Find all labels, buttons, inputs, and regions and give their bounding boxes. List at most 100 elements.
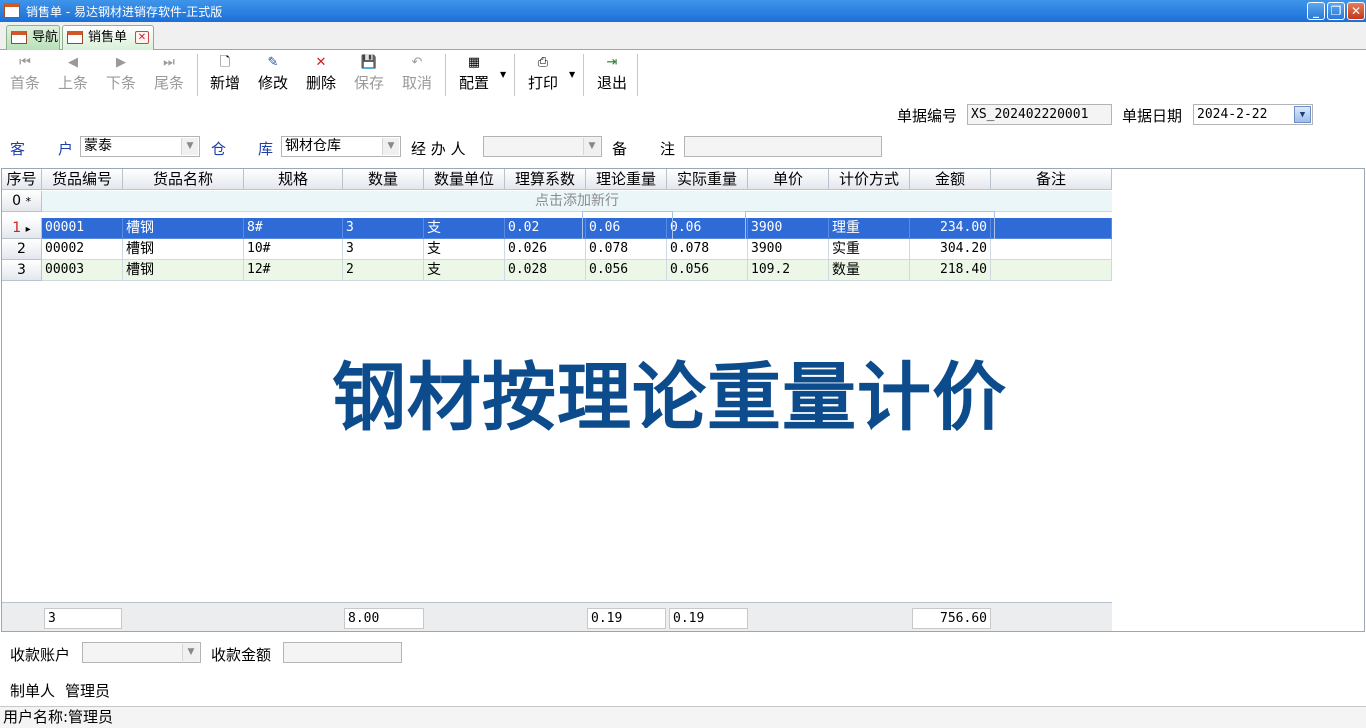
col-actual-weight[interactable]: 实际重量 — [667, 169, 748, 190]
cell-unit[interactable]: 支 — [424, 239, 505, 260]
dropdown-arrow-icon[interactable]: ▼ — [500, 70, 506, 79]
customer-select[interactable]: 蒙泰 ▼ — [80, 136, 200, 157]
window-icon — [67, 31, 83, 44]
cell-price[interactable]: 3900 — [748, 239, 829, 260]
doc-number-field[interactable]: XS_202402220001 — [967, 104, 1112, 125]
add-row-hint[interactable]: 点击添加新行 — [42, 191, 1112, 212]
cell-code[interactable]: 00003 — [42, 260, 123, 281]
col-price[interactable]: 单价 — [748, 169, 829, 190]
button-label: 首条 — [9, 74, 40, 92]
total-theo-weight: 0.19 — [587, 608, 666, 629]
cell-code[interactable]: 00001 — [42, 218, 123, 239]
cell-qty[interactable]: 3 — [343, 218, 424, 239]
cell-note[interactable] — [991, 218, 1112, 239]
cell-amount[interactable]: 304.20 — [910, 239, 991, 260]
print-button[interactable]: ⎙ 打印 ▼ — [519, 52, 581, 96]
config-button[interactable]: ▦ 配置 ▼ — [450, 52, 512, 96]
exit-button[interactable]: ⇥ 退出 — [589, 52, 635, 96]
cell-actual-weight[interactable]: 0.078 — [667, 239, 748, 260]
handler-select[interactable]: ▼ — [483, 136, 602, 157]
col-name[interactable]: 货品名称 — [123, 169, 244, 190]
maker-label: 制单人 — [10, 682, 56, 700]
cell-name[interactable]: 槽钢 — [123, 218, 244, 239]
col-theo-weight[interactable]: 理论重量 — [586, 169, 667, 190]
maximize-button[interactable]: ❐ — [1327, 2, 1345, 20]
cell-coef[interactable]: 0.02 — [505, 218, 586, 239]
note-field[interactable] — [684, 136, 882, 157]
cancel-button[interactable]: ↶ 取消 — [394, 52, 440, 96]
cell-amount[interactable]: 218.40 — [910, 260, 991, 281]
new-document-icon: 🗋 — [219, 55, 231, 70]
tab-navigation[interactable]: 导航 — [6, 25, 60, 50]
col-spec[interactable]: 规格 — [244, 169, 343, 190]
col-note[interactable]: 备注 — [991, 169, 1112, 190]
delete-button[interactable]: ✕ 删除 — [298, 52, 344, 96]
cell-theo-weight[interactable]: 0.078 — [586, 239, 667, 260]
payment-amount-field[interactable] — [283, 642, 402, 663]
cell-unit[interactable]: 支 — [424, 218, 505, 239]
save-icon: 💾 — [360, 55, 378, 70]
chevron-down-icon[interactable]: ▼ — [583, 138, 600, 155]
warehouse-select[interactable]: 钢材仓库 ▼ — [281, 136, 401, 157]
status-user: 用户名称:管理员 — [3, 708, 114, 726]
grid-icon: ▦ — [467, 55, 481, 70]
customer-label-1: 客 — [10, 140, 26, 158]
close-window-button[interactable]: ✕ — [1347, 2, 1365, 20]
new-button[interactable]: 🗋 新增 — [202, 52, 248, 96]
cell-price[interactable]: 109.2 — [748, 260, 829, 281]
cell-spec[interactable]: 12# — [244, 260, 343, 281]
cell-name[interactable]: 槽钢 — [123, 260, 244, 281]
col-pricing-method[interactable]: 计价方式 — [829, 169, 910, 190]
doc-date-picker[interactable]: 2024-2-22 ▼ — [1193, 104, 1313, 125]
cell-qty[interactable]: 2 — [343, 260, 424, 281]
button-label: 上条 — [57, 74, 88, 92]
cell-pricing-method[interactable]: 实重 — [829, 239, 910, 260]
col-code[interactable]: 货品编号 — [42, 169, 123, 190]
row-header[interactable]: 2 — [2, 239, 42, 260]
chevron-down-icon[interactable]: ▼ — [382, 138, 399, 155]
last-record-button[interactable]: ⏭ 尾条 — [146, 52, 192, 96]
cell-name[interactable]: 槽钢 — [123, 239, 244, 260]
col-index[interactable]: 序号 — [2, 169, 42, 190]
cell-coef[interactable]: 0.028 — [505, 260, 586, 281]
minimize-button[interactable]: _ — [1307, 2, 1325, 20]
table-row[interactable]: 2 00002 槽钢 10# 3 支 0.026 0.078 0.078 390… — [2, 239, 1112, 260]
chevron-down-icon[interactable]: ▼ — [182, 644, 199, 661]
cell-note[interactable] — [991, 239, 1112, 260]
previous-record-button[interactable]: ◀ 上条 — [50, 52, 96, 96]
tab-sales-order[interactable]: 销售单 ✕ — [62, 25, 154, 50]
edit-button[interactable]: ✎ 修改 — [250, 52, 296, 96]
warehouse-label-2: 库 — [258, 140, 274, 158]
chevron-down-icon[interactable]: ▼ — [181, 138, 198, 155]
row-header[interactable]: 3 — [2, 260, 42, 281]
cell-theo-weight[interactable]: 0.056 — [586, 260, 667, 281]
add-row[interactable]: 0 * 点击添加新行 — [2, 191, 1112, 212]
table-row[interactable]: 3 00003 槽钢 12# 2 支 0.028 0.056 0.056 109… — [2, 260, 1112, 281]
cell-unit[interactable]: 支 — [424, 260, 505, 281]
save-button[interactable]: 💾 保存 — [346, 52, 392, 96]
dropdown-arrow-icon[interactable]: ▼ — [569, 70, 575, 79]
cell-actual-weight[interactable]: 0.056 — [667, 260, 748, 281]
cell-qty[interactable]: 3 — [343, 239, 424, 260]
row-header[interactable]: 1 ▸ — [2, 218, 42, 239]
cell-spec[interactable]: 8# — [244, 218, 343, 239]
col-amount[interactable]: 金额 — [910, 169, 991, 190]
cell-actual-weight[interactable]: 0.06 — [667, 218, 748, 239]
cell-spec[interactable]: 10# — [244, 239, 343, 260]
next-record-button[interactable]: ▶ 下条 — [98, 52, 144, 96]
note-label-1: 备 — [612, 140, 628, 158]
col-coef[interactable]: 理算系数 — [505, 169, 586, 190]
calendar-dropdown-icon[interactable]: ▼ — [1294, 106, 1311, 123]
cell-code[interactable]: 00002 — [42, 239, 123, 260]
focus-highlight — [582, 211, 673, 240]
first-record-button[interactable]: ⏮ 首条 — [2, 52, 48, 96]
cell-note[interactable] — [991, 260, 1112, 281]
col-qty[interactable]: 数量 — [343, 169, 424, 190]
close-tab-icon[interactable]: ✕ — [135, 31, 149, 44]
cell-coef[interactable]: 0.026 — [505, 239, 586, 260]
handler-label: 经 办 人 — [411, 140, 466, 158]
cell-pricing-method[interactable]: 数量 — [829, 260, 910, 281]
col-unit[interactable]: 数量单位 — [424, 169, 505, 190]
maker-value: 管理员 — [65, 682, 111, 700]
account-select[interactable]: ▼ — [82, 642, 201, 663]
